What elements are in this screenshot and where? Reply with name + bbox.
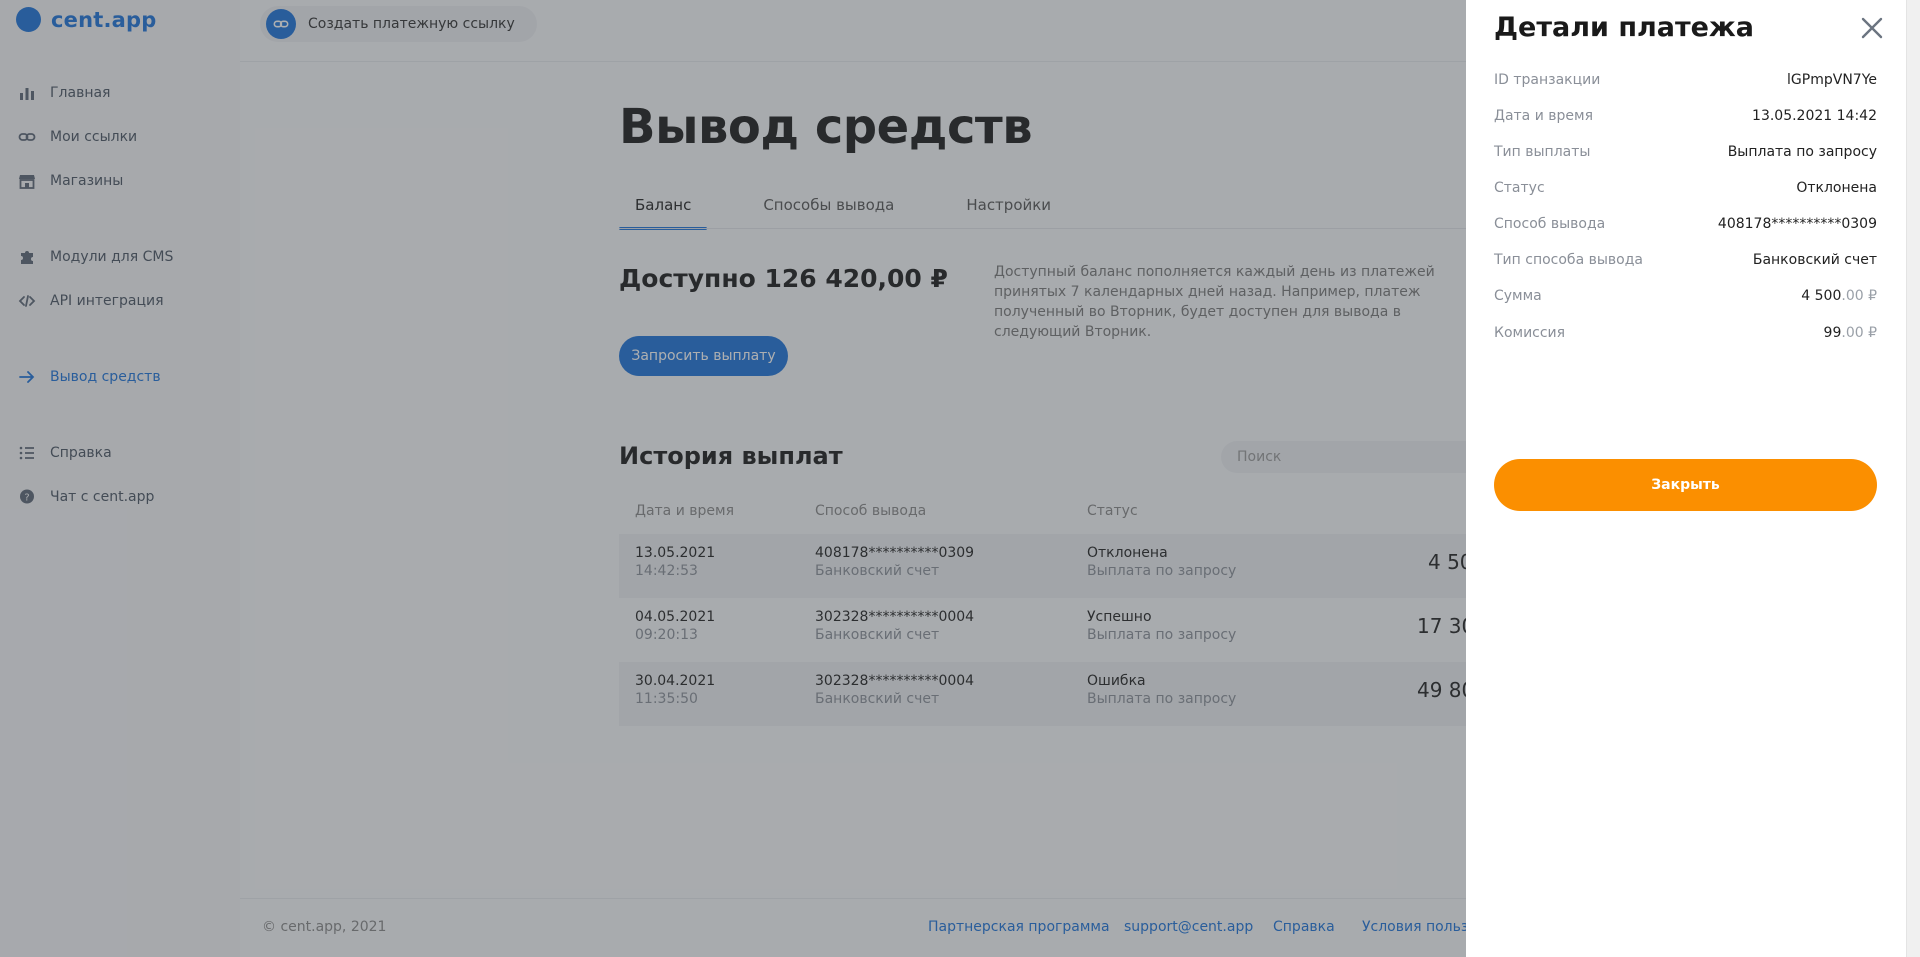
detail-payout-type: Тип выплаты Выплата по запросу — [1494, 144, 1877, 160]
drawer-title: Детали платежа — [1494, 12, 1755, 43]
detail-datetime: Дата и время 13.05.2021 14:42 — [1494, 108, 1877, 124]
detail-fee: Комиссия 99.00 ₽ — [1494, 325, 1877, 341]
detail-withdraw-method: Способ вывода 408178**********0309 — [1494, 216, 1877, 232]
detail-method-type: Тип способа вывода Банковский счет — [1494, 252, 1877, 268]
detail-status: Статус Отклонена — [1494, 180, 1877, 196]
close-icon[interactable] — [1860, 16, 1884, 40]
close-button[interactable]: Закрыть — [1494, 459, 1877, 511]
detail-sum: Сумма 4 500.00 ₽ — [1494, 288, 1877, 304]
payment-details-drawer: Детали платежа ID транзакции lGPmpVN7Ye Д… — [1466, 0, 1906, 957]
scrollbar[interactable] — [1906, 0, 1920, 957]
detail-transaction-id: ID транзакции lGPmpVN7Ye — [1494, 72, 1877, 88]
